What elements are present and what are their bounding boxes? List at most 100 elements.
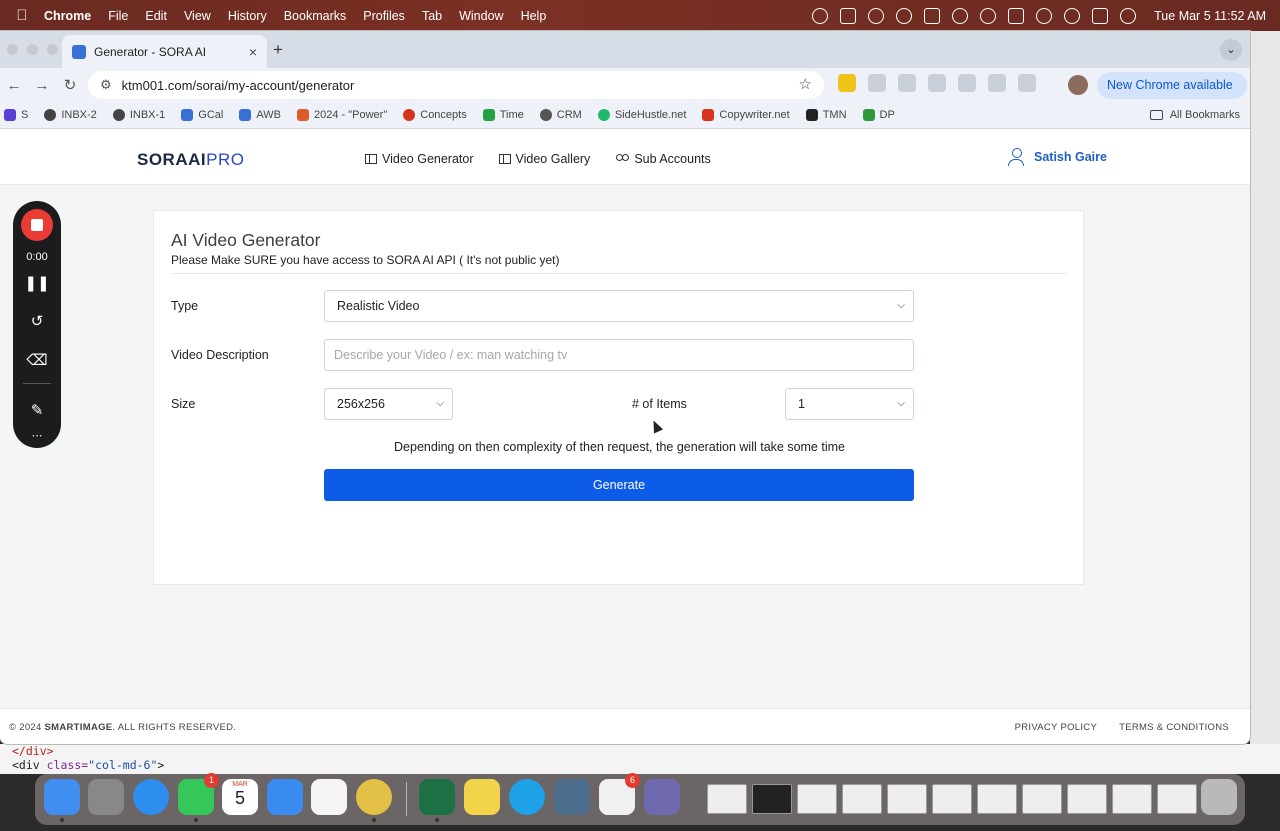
google-icon[interactable]: [988, 74, 1006, 92]
window-thumbnail[interactable]: [932, 784, 972, 814]
new-tab-button[interactable]: +: [273, 40, 283, 60]
notes-icon[interactable]: [464, 779, 500, 815]
nav-sub-accounts[interactable]: Sub Accounts: [615, 152, 711, 166]
calendar-icon[interactable]: MAR 5: [222, 779, 258, 815]
bookmark-item[interactable]: INBX-2: [44, 109, 97, 121]
menu-view[interactable]: View: [184, 9, 211, 23]
new-chrome-available-button[interactable]: New Chrome available: [1097, 72, 1247, 99]
side-panel-icon[interactable]: [1018, 74, 1036, 92]
finder-icon[interactable]: [44, 779, 80, 822]
sync-status-icon[interactable]: [896, 7, 913, 24]
site-logo[interactable]: SORAAIPRO: [137, 150, 244, 170]
bookmark-item[interactable]: Concepts: [403, 109, 467, 121]
menu-profiles[interactable]: Profiles: [363, 9, 405, 23]
mail-icon[interactable]: [267, 779, 303, 815]
more-icon[interactable]: ⋯: [13, 429, 61, 442]
privacy-policy-link[interactable]: PRIVACY POLICY: [1015, 722, 1098, 733]
user-account-menu[interactable]: Satish Gaire: [1008, 148, 1107, 166]
close-window-button[interactable]: [7, 44, 18, 55]
bookmark-item[interactable]: INBX-1: [112, 109, 165, 121]
chrome-icon[interactable]: [356, 779, 392, 822]
video-description-input[interactable]: Describe your Video / ex: man watching t…: [324, 339, 914, 371]
size-select[interactable]: 256x256 ⌵: [324, 388, 453, 420]
extensions-puzzle-icon[interactable]: [898, 74, 916, 92]
menu-bookmarks[interactable]: Bookmarks: [284, 9, 347, 23]
pause-icon[interactable]: ❚❚: [13, 274, 61, 292]
back-arrow-icon[interactable]: ←: [0, 77, 28, 94]
window-thumbnail[interactable]: [707, 784, 747, 814]
bookmark-item[interactable]: S: [4, 109, 28, 121]
trash-icon[interactable]: ⌫: [13, 351, 61, 369]
menubar-clock[interactable]: Tue Mar 5 11:52 AM: [1154, 9, 1266, 23]
control-center-icon[interactable]: [1092, 7, 1109, 24]
play-status-icon[interactable]: [952, 7, 969, 24]
browser-tab-active[interactable]: Generator - SORA AI ×: [62, 35, 267, 68]
reading-list-icon[interactable]: [928, 74, 946, 92]
app-status-icon[interactable]: [924, 7, 941, 24]
messages-icon[interactable]: 1: [178, 773, 219, 822]
download-icon[interactable]: [958, 74, 976, 92]
window-thumbnail[interactable]: [797, 784, 837, 814]
extension-2-icon[interactable]: [868, 74, 886, 92]
grammarly-status-icon[interactable]: [868, 7, 885, 24]
bookmark-item[interactable]: CRM: [539, 109, 582, 121]
pencil-icon[interactable]: ✎: [13, 401, 61, 419]
excel-icon[interactable]: [419, 779, 455, 822]
all-bookmarks-button[interactable]: All Bookmarks: [1149, 109, 1240, 121]
check-status-icon[interactable]: [840, 7, 857, 24]
minimize-window-button[interactable]: [27, 44, 38, 55]
user-status-icon[interactable]: [980, 7, 997, 24]
preview-icon[interactable]: [554, 779, 590, 815]
bookmark-item[interactable]: Copywriter.net: [702, 109, 790, 121]
generate-button[interactable]: Generate: [324, 469, 914, 501]
type-select[interactable]: Realistic Video ⌵: [324, 290, 914, 322]
tab-search-button[interactable]: ⌄: [1220, 39, 1242, 61]
menu-file[interactable]: File: [108, 9, 128, 23]
tab-close-icon[interactable]: ×: [249, 44, 257, 60]
restart-icon[interactable]: ↺: [13, 312, 61, 330]
window-thumbnail[interactable]: [887, 784, 927, 814]
extension-1-icon[interactable]: [838, 74, 856, 92]
skype-icon[interactable]: [509, 779, 545, 815]
battery-icon[interactable]: [1008, 7, 1025, 24]
apple-menu-icon[interactable]: : [0, 7, 44, 24]
profile-avatar[interactable]: [1068, 75, 1088, 95]
bookmark-star-icon[interactable]: ☆: [799, 75, 812, 93]
address-url[interactable]: ktm001.com/sorai/my-account/generator: [122, 78, 355, 93]
window-thumbnail[interactable]: [842, 784, 882, 814]
menu-history[interactable]: History: [228, 9, 267, 23]
bookmark-item[interactable]: GCal: [181, 109, 223, 121]
menu-tab[interactable]: Tab: [422, 9, 442, 23]
nav-video-gallery[interactable]: Video Gallery: [498, 152, 590, 166]
bookmark-item[interactable]: AWB: [239, 109, 281, 121]
bookmark-item[interactable]: 2024 - "Power": [297, 109, 387, 121]
spotlight-search-icon[interactable]: [1064, 7, 1081, 24]
nav-video-generator[interactable]: Video Generator: [365, 152, 474, 166]
window-thumbnail[interactable]: [1067, 784, 1107, 814]
trash-can-icon[interactable]: [1201, 779, 1237, 815]
items-select[interactable]: 1 ⌵: [785, 388, 914, 420]
zoom-window-button[interactable]: [47, 44, 58, 55]
bookmark-item[interactable]: SideHustle.net: [597, 109, 686, 121]
stop-recording-button[interactable]: [21, 209, 53, 241]
window-thumbnail[interactable]: [1022, 784, 1062, 814]
menu-edit[interactable]: Edit: [145, 9, 167, 23]
window-thumbnail[interactable]: [1157, 784, 1197, 814]
window-thumbnail[interactable]: [977, 784, 1017, 814]
safari-icon[interactable]: [133, 779, 169, 815]
microsoft-store-icon[interactable]: 6: [599, 773, 640, 815]
site-info-icon[interactable]: ⚙: [100, 77, 112, 93]
window-thumbnail[interactable]: [1112, 784, 1152, 814]
bookmark-item[interactable]: TMN: [805, 109, 847, 121]
launchpad-icon[interactable]: [88, 779, 124, 815]
address-bar[interactable]: ⚙ ktm001.com/sorai/my-account/generator …: [88, 71, 824, 99]
avatar-status-icon[interactable]: [1120, 7, 1137, 24]
gear-status-icon[interactable]: [812, 7, 829, 24]
menu-help[interactable]: Help: [521, 9, 547, 23]
bbedit-icon[interactable]: [644, 779, 680, 815]
menu-window[interactable]: Window: [459, 9, 503, 23]
window-thumbnail[interactable]: [752, 784, 792, 814]
reload-icon[interactable]: ↻: [56, 76, 84, 94]
freeform-icon[interactable]: [311, 779, 347, 815]
wifi-icon[interactable]: [1036, 7, 1053, 24]
